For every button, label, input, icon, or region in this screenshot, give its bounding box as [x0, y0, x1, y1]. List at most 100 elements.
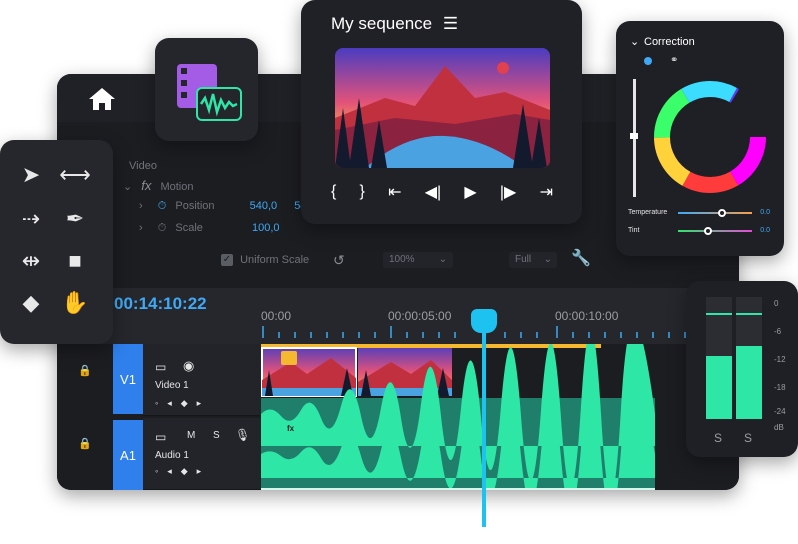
video-editor-composition: Video ⌄ fx Motion › ⏱ Position 540,0 540… — [0, 0, 798, 544]
playhead-handle[interactable] — [471, 309, 497, 333]
scale-label: Scale — [175, 222, 203, 234]
temperature-slider-handle[interactable] — [718, 209, 727, 217]
keyframe-controls[interactable]: ◦◂◆▸ — [155, 398, 210, 409]
reset-icon[interactable]: ↺ — [333, 252, 345, 269]
tint-label: Tint — [628, 227, 640, 234]
chevron-down-icon[interactable]: ⌄ — [630, 35, 639, 48]
selection-tool-icon[interactable]: ➤ — [14, 158, 48, 192]
correction-title: Correction — [644, 36, 695, 48]
tint-slider-handle[interactable] — [703, 227, 712, 235]
meter-scale-0: 0 — [774, 299, 779, 308]
uniform-scale-option[interactable]: ✓ Uniform Scale — [221, 254, 310, 267]
eye-icon[interactable]: ◉ — [183, 358, 194, 374]
audio-track-label[interactable]: A1 — [113, 420, 143, 490]
hamburger-menu-icon[interactable]: ☰ — [443, 14, 458, 33]
color-correction-panel: ⌄ Correction ⚭ Temperature 0.0 Tint 0.0 — [616, 21, 784, 256]
meter-right-level — [736, 345, 762, 419]
step-back-icon[interactable]: ◀| — [425, 182, 441, 202]
chevron-right-icon[interactable]: › — [139, 200, 143, 212]
meter-scale-db: dB — [774, 423, 784, 432]
motion-row[interactable]: ⌄ fx Motion — [123, 178, 194, 193]
fx-badge-label: fx — [287, 424, 295, 433]
film-icon[interactable]: ▭ — [155, 360, 166, 374]
chevron-down-icon[interactable]: ⌄ — [123, 181, 132, 193]
temperature-value[interactable]: 0.0 — [760, 209, 770, 216]
stopwatch-icon[interactable]: ⏱ — [158, 222, 167, 234]
meter-right-peak — [736, 313, 762, 315]
meter-right-solo[interactable]: S — [744, 431, 752, 445]
scale-value[interactable]: 100,0 — [252, 222, 280, 234]
rectangle-tool-icon[interactable]: ■ — [58, 244, 92, 278]
video-clip-2[interactable] — [358, 348, 452, 396]
mute-button[interactable]: M — [187, 430, 195, 441]
keyframe-controls[interactable]: ◦◂◆▸ — [155, 466, 210, 477]
go-to-in-icon[interactable]: ⇤ — [388, 182, 401, 202]
rgb-mode-icon[interactable]: ⚭ — [670, 55, 678, 66]
audio-track-header: ▭ M S 🎙 Audio 1 ◦◂◆▸ — [143, 418, 261, 490]
video-clip-1[interactable] — [261, 347, 357, 397]
wrench-icon[interactable]: 🔧 — [571, 248, 591, 268]
lock-icon[interactable]: 🔒 — [57, 344, 113, 396]
microphone-icon[interactable]: 🎙 — [235, 428, 250, 442]
slip-tool-icon[interactable]: ⇹ — [14, 244, 48, 278]
motion-label: Motion — [160, 181, 194, 193]
color-mode-dot-icon[interactable] — [644, 57, 652, 65]
uniform-scale-checkbox[interactable]: ✓ — [221, 254, 233, 267]
temperature-slider[interactable] — [678, 209, 752, 217]
mark-in-icon[interactable]: { — [331, 183, 336, 201]
meter-scale-12: -12 — [774, 355, 786, 364]
scale-row: › ⏱ Scale 100,0 — [139, 222, 280, 235]
clip-lanes — [261, 344, 655, 490]
temperature-label: Temperature — [628, 209, 668, 216]
razor-tool-icon[interactable]: ◆ — [14, 286, 48, 320]
track-select-tool-icon[interactable]: ⇢ — [14, 202, 48, 236]
meter-left-solo[interactable]: S — [714, 431, 722, 445]
color-wheel[interactable] — [652, 79, 768, 195]
home-icon[interactable] — [87, 86, 117, 112]
video-track-label[interactable]: V1 — [113, 344, 143, 414]
media-import-icon[interactable] — [175, 62, 245, 122]
playhead-line[interactable] — [482, 322, 486, 527]
fx-badge[interactable] — [281, 351, 297, 365]
correction-header[interactable]: ⌄ Correction — [630, 36, 695, 48]
go-to-out-icon[interactable]: ⇥ — [540, 182, 553, 202]
fx-icon: fx — [141, 178, 152, 193]
stopwatch-icon[interactable]: ⏱ — [158, 200, 167, 212]
lock-icon[interactable]: 🔒 — [57, 396, 113, 490]
app-icon-panel — [155, 38, 258, 141]
step-forward-icon[interactable]: |▶ — [500, 182, 516, 202]
uniform-scale-label: Uniform Scale — [240, 254, 310, 266]
quality-value: Full — [515, 254, 532, 265]
tint-slider[interactable] — [678, 227, 752, 235]
hand-tool-icon[interactable]: ✋ — [58, 286, 92, 320]
effects-section-label: Video — [129, 160, 157, 172]
luminance-slider-handle[interactable] — [630, 133, 638, 139]
ripple-edit-tool-icon[interactable]: ⟷ — [58, 158, 92, 192]
meter-left-level — [706, 355, 732, 419]
program-monitor-preview[interactable] — [335, 48, 550, 168]
tint-value[interactable]: 0.0 — [760, 227, 770, 234]
ruler-label-10s: 00:00:10:00 — [555, 309, 619, 323]
timeline-ruler[interactable] — [261, 324, 739, 340]
position-x-value[interactable]: 540,0 — [250, 200, 278, 212]
ruler-label-0: 00:00 — [261, 309, 292, 323]
sequence-panel: My sequence ☰ { } ⇤ ◀| ▶ |▶ ⇥ — [301, 0, 582, 224]
audio-meter-panel: 0 -6 -12 -18 -24 dB S S — [686, 281, 798, 457]
tools-panel: ➤ ⟷ ⇢ ✒ ⇹ ■ ◆ ✋ — [0, 140, 113, 344]
sequence-title: My sequence ☰ — [331, 14, 458, 34]
play-icon[interactable]: ▶ — [464, 182, 476, 202]
zoom-value: 100% — [389, 254, 415, 265]
film-icon[interactable]: ▭ — [155, 430, 166, 444]
pen-tool-icon[interactable]: ✒ — [58, 202, 92, 236]
timecode-display[interactable]: 00:14:10:22 — [114, 294, 207, 314]
solo-button[interactable]: S — [213, 430, 220, 441]
meter-left-track — [706, 297, 732, 419]
zoom-select[interactable]: 100% ⌄ — [383, 252, 453, 268]
mark-out-icon[interactable]: } — [360, 183, 365, 201]
meter-scale-24: -24 — [774, 407, 786, 416]
meter-scale-6: -6 — [774, 327, 782, 336]
quality-select[interactable]: Full ⌄ — [509, 252, 557, 268]
meter-scale-18: -18 — [774, 383, 786, 392]
meter-left-peak — [706, 313, 732, 315]
chevron-right-icon[interactable]: › — [139, 222, 143, 234]
